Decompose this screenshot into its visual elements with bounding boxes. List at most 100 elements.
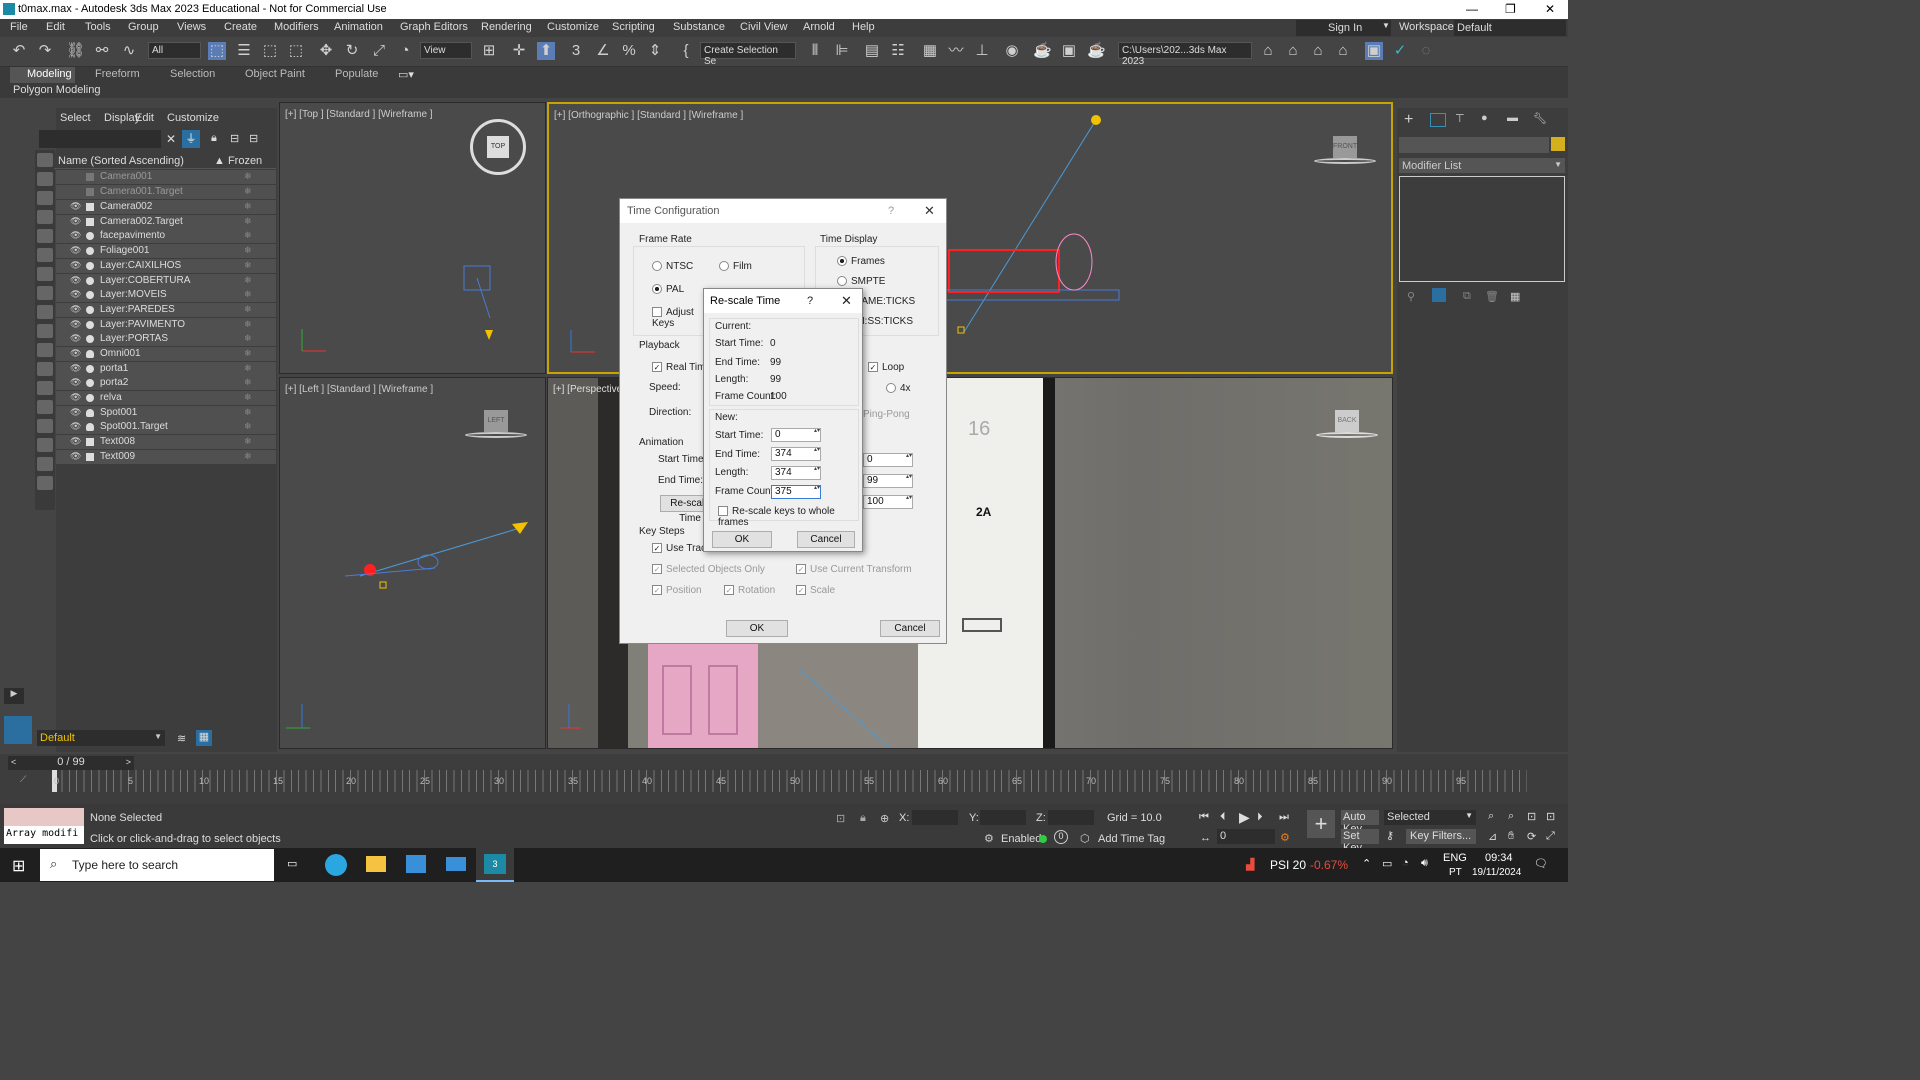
eye-icon[interactable]: 👁︎ bbox=[70, 304, 81, 315]
eye-icon[interactable]: 👁︎ bbox=[70, 289, 81, 300]
placement-icon[interactable]: ◔ bbox=[396, 42, 414, 60]
explorer-row[interactable]: Camera001 ❄ bbox=[56, 170, 276, 184]
display-geometry-icon[interactable] bbox=[37, 172, 53, 186]
goto-start-icon[interactable]: ⏮ bbox=[1199, 811, 1209, 824]
redo-icon[interactable]: ↷ bbox=[36, 42, 54, 60]
display-objects-icon[interactable] bbox=[37, 153, 53, 167]
new-length-field[interactable]: 374 bbox=[771, 466, 821, 480]
new-frame-count-field[interactable]: 375 bbox=[771, 485, 821, 499]
explorer-row[interactable]: 👁︎ Text009 ❄ bbox=[56, 450, 276, 464]
eye-icon[interactable]: 👁︎ bbox=[70, 260, 81, 271]
project-folder-icon[interactable]: ⌂ bbox=[1259, 42, 1277, 60]
explorer-row[interactable]: 👁︎ Layer:PAVIMENTO ❄ bbox=[56, 318, 276, 332]
display-groups-icon[interactable] bbox=[37, 286, 53, 300]
explorer-row[interactable]: 👁︎ Camera002.Target ❄ bbox=[56, 215, 276, 229]
taskbar-search-input[interactable]: ⌕ Type here to search bbox=[40, 849, 274, 881]
material-editor-icon[interactable]: ◉ bbox=[1003, 42, 1021, 60]
3ds-max-taskbar-button[interactable]: 3 bbox=[476, 848, 514, 882]
curve-editor-icon[interactable]: 〰 bbox=[947, 42, 965, 60]
ribbon-options-icon[interactable]: ▭▾ bbox=[398, 68, 414, 81]
object-color-swatch[interactable] bbox=[1551, 137, 1565, 151]
eye-icon[interactable]: 👁︎ bbox=[70, 319, 81, 330]
eye-icon[interactable]: 👁︎ bbox=[70, 333, 81, 344]
use-current-transform-checkbox[interactable]: ✓ Use Current Transform bbox=[796, 564, 912, 575]
eye-icon[interactable]: 👁︎ bbox=[70, 436, 81, 447]
windows-start-icon[interactable]: ⊞ bbox=[12, 856, 25, 876]
help-icon[interactable]: ? bbox=[807, 295, 813, 307]
named-selection-select[interactable]: Create Selection Se bbox=[700, 42, 796, 67]
rescale-whole-frames-checkbox[interactable]: Re-scale keys to whole frames bbox=[718, 506, 862, 528]
selected-only-checkbox[interactable]: ✓ Selected Objects Only bbox=[652, 564, 765, 575]
display-bones-icon[interactable] bbox=[37, 324, 53, 338]
filter-toggle-icon[interactable]: ⏚ bbox=[182, 130, 200, 148]
viewcube-icon[interactable]: FRONT bbox=[1314, 136, 1376, 170]
menu-edit[interactable]: Edit bbox=[46, 21, 65, 33]
wifi-icon[interactable]: ◔ bbox=[1402, 857, 1409, 869]
freeze-icon[interactable]: ❄ bbox=[244, 407, 252, 418]
sign-in-button[interactable]: Sign In ▼ bbox=[1296, 20, 1391, 36]
move-icon[interactable]: ✥ bbox=[317, 42, 335, 60]
filter-icon[interactable] bbox=[37, 457, 53, 471]
angle-snap-icon[interactable]: ∠ bbox=[594, 42, 612, 60]
menu-scripting[interactable]: Scripting bbox=[612, 21, 655, 33]
eye-icon[interactable]: 👁︎ bbox=[70, 216, 81, 227]
display-helpers-icon[interactable] bbox=[37, 248, 53, 262]
motion-tab-icon[interactable]: ● bbox=[1481, 112, 1488, 124]
volume-icon[interactable]: 🔊︎ bbox=[1421, 857, 1428, 870]
freeze-icon[interactable]: ❄ bbox=[244, 392, 252, 403]
sync-selection-icon[interactable] bbox=[37, 476, 53, 490]
rescale-ok-button[interactable]: OK bbox=[712, 531, 772, 548]
render-setup-icon[interactable]: ☕ bbox=[1033, 42, 1052, 60]
zoom-icon[interactable]: ⌕ bbox=[1488, 810, 1494, 823]
tab-freeform[interactable]: Freeform bbox=[95, 68, 140, 80]
new-end-field[interactable]: 374 bbox=[771, 447, 821, 461]
tray-chevron-icon[interactable]: ⌃ bbox=[1362, 857, 1371, 870]
freeze-icon[interactable]: ❄ bbox=[244, 333, 252, 344]
display-tab-icon[interactable]: ▬ bbox=[1507, 112, 1518, 124]
cancel-button[interactable]: Cancel bbox=[880, 620, 940, 637]
freeze-icon[interactable]: ❄ bbox=[244, 260, 252, 271]
toggle-ribbon-icon[interactable]: ▦ bbox=[921, 42, 939, 60]
viewport-left[interactable]: [+] [Left ] [Standard ] [Wireframe ] LEF… bbox=[279, 377, 546, 749]
lock-icon[interactable]: 🔒︎ bbox=[211, 132, 217, 145]
percent-snap-icon[interactable]: % bbox=[620, 42, 638, 60]
tab-object-paint[interactable]: Object Paint bbox=[245, 68, 305, 80]
eye-icon[interactable]: 👁︎ bbox=[70, 348, 81, 359]
viewport-ortho-label[interactable]: [+] [Orthographic ] [Standard ] [Wirefra… bbox=[554, 110, 743, 121]
rotation-checkbox[interactable]: ✓ Rotation bbox=[724, 585, 775, 596]
display-frozen-icon[interactable] bbox=[37, 362, 53, 376]
unlink-icon[interactable]: ⚯ bbox=[93, 42, 111, 60]
maxscript-listener-mini[interactable] bbox=[4, 808, 84, 826]
object-name-input[interactable] bbox=[1399, 137, 1549, 153]
freeze-icon[interactable]: ❄ bbox=[244, 363, 252, 374]
store-icon[interactable] bbox=[406, 855, 426, 873]
menu-animation[interactable]: Animation bbox=[334, 21, 383, 33]
explorer-row[interactable]: 👁︎ Layer:CAIXILHOS ❄ bbox=[56, 259, 276, 273]
display-lights-icon[interactable] bbox=[37, 210, 53, 224]
freeze-icon[interactable]: ❄ bbox=[244, 289, 252, 300]
pivot-icon[interactable]: ⊞ bbox=[480, 42, 498, 60]
eye-icon[interactable]: 👁︎ bbox=[70, 275, 81, 286]
freeze-icon[interactable]: ❄ bbox=[244, 201, 252, 212]
explorer-row[interactable]: 👁︎ Layer:MOVEIS ❄ bbox=[56, 288, 276, 302]
rendered-frame-icon[interactable]: ▣ bbox=[1060, 42, 1078, 60]
freeze-icon[interactable]: ❄ bbox=[244, 451, 252, 462]
set-key-mode-icon[interactable]: ⚷ bbox=[1386, 829, 1394, 842]
rect-selection-icon[interactable]: ⬚ bbox=[261, 42, 279, 60]
curve-editor-mini-icon[interactable]: ⟋ bbox=[20, 774, 26, 785]
menu-substance[interactable]: Substance bbox=[673, 21, 725, 33]
tab-modeling[interactable]: Modeling bbox=[27, 68, 72, 80]
frame-count-field[interactable]: 100 bbox=[863, 495, 913, 509]
edit-named-sel-icon[interactable]: { bbox=[677, 42, 695, 60]
frames-radio[interactable]: Frames bbox=[837, 256, 885, 267]
display-invert-icon[interactable] bbox=[37, 438, 53, 452]
menu-graph-editors[interactable]: Graph Editors bbox=[400, 21, 468, 33]
scale-icon[interactable]: ⤢ bbox=[370, 42, 388, 60]
configure-sets-icon[interactable]: ▦ bbox=[1510, 290, 1520, 303]
time-configuration-icon[interactable]: ⚙ bbox=[1280, 831, 1290, 844]
display-hidden-icon[interactable] bbox=[37, 381, 53, 395]
clock-date[interactable]: 19/11/2024 bbox=[1472, 867, 1521, 878]
time-slider[interactable]: <0 / 99 > bbox=[8, 756, 134, 770]
tab-selection[interactable]: Selection bbox=[170, 68, 215, 80]
freeze-icon[interactable]: ❄ bbox=[244, 348, 252, 359]
